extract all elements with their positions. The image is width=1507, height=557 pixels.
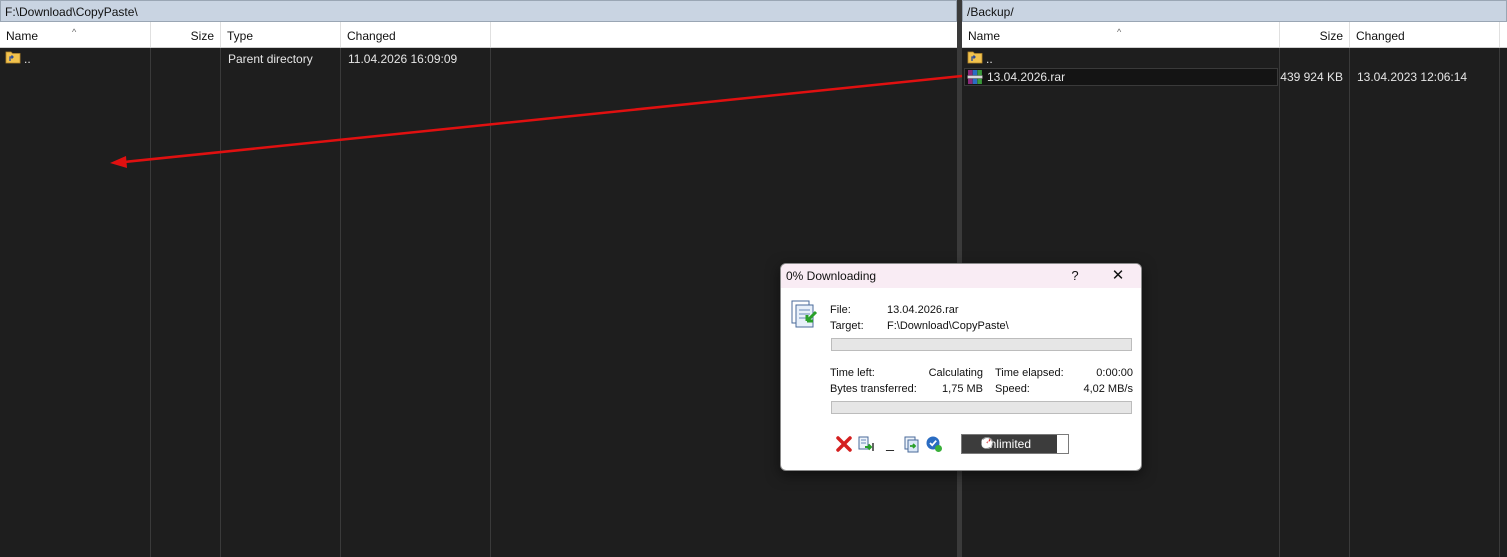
local-row-type: Parent directory	[228, 52, 313, 66]
bytes-transferred-label: Bytes transferred:	[830, 383, 917, 395]
target-value: F:\Download\CopyPaste\	[887, 320, 1009, 332]
remote-row-name: ..	[986, 52, 993, 66]
cancel-icon[interactable]	[835, 435, 853, 453]
remote-col-changed[interactable]: Changed	[1350, 22, 1500, 47]
speed-label: Speed:	[995, 383, 1030, 395]
rar-archive-icon	[967, 69, 983, 87]
remote-row-file[interactable]: 13.04.2026.rar 439 924 KB 13.04.2023 12:…	[962, 68, 1507, 86]
total-progress-bar	[831, 401, 1132, 414]
background-icon[interactable]	[903, 435, 921, 453]
sort-caret-icon: ^	[1117, 27, 1122, 37]
speed-limit-display: Unlimited	[962, 435, 1057, 453]
local-path-bar[interactable]: F:\Download\CopyPaste\	[0, 0, 957, 22]
time-elapsed-label: Time elapsed:	[995, 367, 1064, 379]
file-progress-bar	[831, 338, 1132, 351]
column-divider	[490, 48, 491, 557]
local-col-name[interactable]: ^ Name	[0, 22, 151, 47]
post-action-icon[interactable]	[925, 435, 943, 453]
dialog-title-bar[interactable]: 0% Downloading ? ✕	[781, 264, 1141, 288]
remote-path-bar[interactable]: /Backup/	[962, 0, 1507, 22]
column-divider	[150, 48, 151, 557]
local-row-changed: 11.04.2026 16:09:09	[348, 52, 458, 66]
remote-col-size[interactable]: Size	[1280, 22, 1350, 47]
remote-row-size: 439 924 KB	[1280, 70, 1343, 84]
local-col-type[interactable]: Type	[221, 22, 341, 47]
download-dialog: 0% Downloading ? ✕ File: 13.04.2026.rar …	[780, 263, 1142, 471]
column-divider	[1499, 48, 1500, 557]
transfer-icon	[789, 298, 819, 335]
local-row-name: ..	[24, 52, 31, 66]
remote-row-name: 13.04.2026.rar	[987, 70, 1066, 84]
local-col-size[interactable]: Size	[151, 22, 221, 47]
column-divider	[1349, 48, 1350, 557]
dialog-title: 0% Downloading	[786, 269, 877, 283]
local-col-changed[interactable]: Changed	[341, 22, 491, 47]
move-to-queue-icon[interactable]	[857, 435, 875, 453]
time-elapsed-value: 0:00:00	[1096, 367, 1133, 379]
time-left-label: Time left:	[830, 367, 875, 379]
column-divider	[220, 48, 221, 557]
speed-limit-dropdown[interactable]: Unlimited	[961, 434, 1069, 454]
remote-row-parent[interactable]: ..	[962, 50, 1507, 68]
file-label: File:	[830, 304, 851, 316]
remote-row-changed: 13.04.2023 12:06:14	[1357, 70, 1468, 84]
column-divider	[340, 48, 341, 557]
target-label: Target:	[830, 320, 864, 332]
local-row-parent[interactable]: .. Parent directory 11.04.2026 16:09:09	[0, 50, 957, 68]
remote-path: /Backup/	[967, 5, 1014, 19]
bytes-transferred-value: 1,75 MB	[942, 383, 983, 395]
local-path: F:\Download\CopyPaste\	[5, 5, 138, 19]
time-left-value: Calculating	[928, 367, 983, 379]
speed-limit-value: Unlimited	[981, 437, 1032, 451]
parent-folder-icon	[967, 50, 983, 68]
sort-caret-icon: ^	[72, 27, 77, 37]
file-value: 13.04.2026.rar	[887, 304, 959, 316]
minimize-icon[interactable]: _	[881, 435, 899, 453]
parent-folder-icon	[5, 50, 21, 68]
speed-value: 4,02 MB/s	[1083, 383, 1133, 395]
remote-col-name[interactable]: ^ Name	[962, 22, 1280, 47]
local-column-header: ^ Name Size Type Changed	[0, 22, 957, 48]
help-button[interactable]: ?	[1065, 266, 1085, 286]
close-button[interactable]: ✕	[1107, 266, 1129, 286]
column-divider	[1279, 48, 1280, 557]
remote-column-header: ^ Name Size Changed	[962, 22, 1507, 48]
